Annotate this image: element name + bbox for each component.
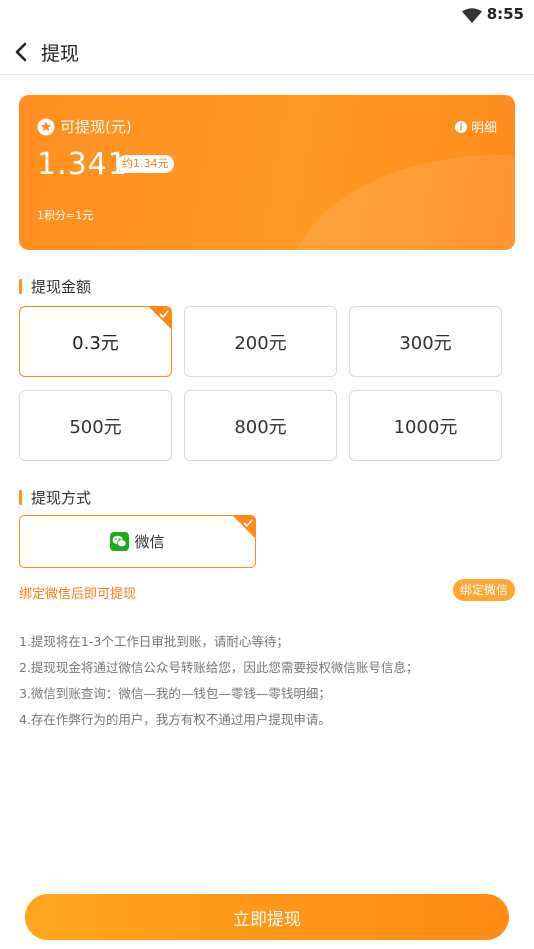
section-marker bbox=[19, 490, 22, 505]
balance-label-row: 可提现(元) bbox=[37, 116, 132, 137]
note-item: 4.存在作弊行为的用户，我方有权不通过用户提现申请。 bbox=[19, 712, 331, 727]
check-corner-icon bbox=[233, 516, 255, 538]
status-bar: 8:55 bbox=[0, 0, 534, 30]
wifi-icon bbox=[462, 8, 482, 23]
bind-hint: 绑定微信后即可提现 bbox=[19, 587, 137, 602]
amount-option-label: 1000元 bbox=[393, 416, 458, 438]
amount-option-3[interactable]: 500元 bbox=[19, 390, 172, 461]
amount-option-label: 0.3元 bbox=[72, 332, 119, 354]
approx-badge: 约1.34元 bbox=[117, 155, 174, 173]
app-header: 提现 bbox=[0, 30, 534, 75]
exchange-rate: 1积分=1元 bbox=[37, 209, 94, 222]
chevron-left-icon[interactable] bbox=[12, 41, 32, 63]
status-time: 8:55 bbox=[486, 5, 524, 23]
note-item: 2.提现现金将通过微信公众号转账给您，因此您需要授权微信账号信息； bbox=[19, 660, 419, 675]
wechat-icon bbox=[110, 532, 130, 551]
notes-list: 1.提现将在1-3个工作日审批到账，请耐心等待； 2.提现现金将通过微信公众号转… bbox=[19, 633, 519, 737]
balance-card: 可提现(元) 明细 1.341 约1.34元 1积分=1元 bbox=[19, 95, 515, 250]
amount-section-label: 提现金额 bbox=[31, 278, 92, 296]
check-corner-icon bbox=[149, 307, 171, 329]
note-item: 1.提现将在1-3个工作日审批到账，请耐心等待； bbox=[19, 634, 289, 649]
amount-option-5[interactable]: 1000元 bbox=[349, 390, 502, 461]
page-title: 提现 bbox=[41, 43, 80, 65]
card-decoration bbox=[289, 155, 515, 250]
amount-option-0[interactable]: 0.3元 bbox=[19, 306, 172, 377]
balance-label: 可提现(元) bbox=[60, 118, 132, 136]
method-section-label: 提现方式 bbox=[31, 489, 92, 507]
coin-icon bbox=[37, 118, 55, 135]
info-icon bbox=[454, 120, 467, 133]
balance-amount: 1.341 bbox=[37, 147, 128, 182]
amount-option-4[interactable]: 800元 bbox=[184, 390, 337, 461]
amount-option-label: 500元 bbox=[69, 416, 122, 438]
bind-wechat-button[interactable]: 绑定微信 bbox=[452, 579, 515, 601]
amount-option-label: 200元 bbox=[234, 332, 287, 354]
note-item: 3.微信到账查询：微信—我的—钱包—零钱—零钱明细； bbox=[19, 686, 331, 701]
amount-option-2[interactable]: 300元 bbox=[349, 306, 502, 377]
method-section-title: 提现方式 bbox=[19, 487, 91, 508]
section-marker bbox=[19, 279, 22, 294]
amount-section-title: 提现金额 bbox=[19, 276, 91, 297]
amount-option-label: 800元 bbox=[234, 416, 287, 438]
wechat-pay-option[interactable]: 微信 bbox=[19, 515, 256, 568]
amount-option-label: 300元 bbox=[399, 332, 452, 354]
wechat-option-label: 微信 bbox=[134, 533, 165, 551]
detail-label: 明细 bbox=[470, 121, 497, 136]
withdraw-submit-button[interactable]: 立即提现 bbox=[25, 894, 509, 940]
detail-link[interactable]: 明细 bbox=[454, 117, 497, 136]
amount-option-1[interactable]: 200元 bbox=[184, 306, 337, 377]
